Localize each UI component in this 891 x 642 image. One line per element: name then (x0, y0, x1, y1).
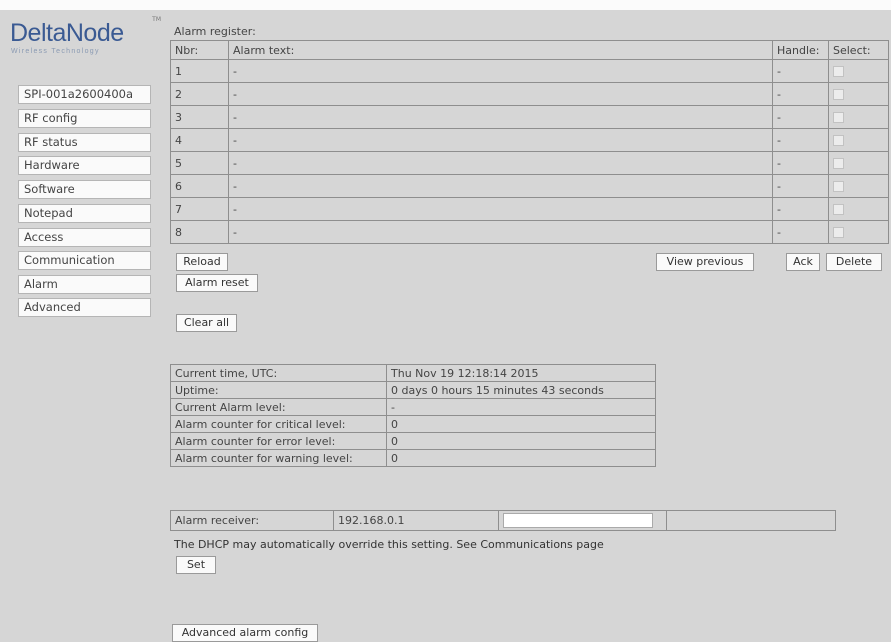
table-row: 2 - - (170, 82, 889, 106)
alarm-status-table: Current time, UTC: Thu Nov 19 12:18:14 2… (170, 364, 656, 467)
status-value: 0 days 0 hours 15 minutes 43 seconds (386, 381, 656, 399)
status-label: Alarm counter for warning level: (170, 449, 387, 467)
status-label: Uptime: (170, 381, 387, 399)
empty-cell (666, 510, 836, 531)
status-label: Alarm counter for error level: (170, 432, 387, 450)
table-row: Alarm receiver: 192.168.0.1 (170, 510, 836, 531)
select-checkbox[interactable] (833, 112, 844, 123)
alarm-nbr: 1 (170, 59, 229, 83)
table-row: 7 - - (170, 197, 889, 221)
alarm-text: - (228, 151, 773, 175)
alarm-handle: - (772, 128, 829, 152)
sidebar-item-access[interactable]: Access (18, 228, 151, 247)
table-row: Alarm counter for warning level: 0 (170, 449, 656, 467)
select-checkbox[interactable] (833, 158, 844, 169)
select-checkbox[interactable] (833, 66, 844, 77)
select-checkbox[interactable] (833, 227, 844, 238)
status-value: 0 (386, 449, 656, 467)
sidebar-item-notepad[interactable]: Notepad (18, 204, 151, 223)
sidebar-item-rf-status[interactable]: RF status (18, 133, 151, 152)
select-checkbox[interactable] (833, 89, 844, 100)
alarm-handle: - (772, 174, 829, 198)
table-row: 5 - - (170, 151, 889, 175)
logo-name: DeltaNode (10, 19, 124, 47)
status-value: 0 (386, 415, 656, 433)
alarm-nbr: 8 (170, 220, 229, 244)
header-alarm-text: Alarm text: (228, 40, 773, 60)
delete-button[interactable]: Delete (826, 253, 882, 271)
alarm-receiver-label: Alarm receiver: (170, 510, 334, 531)
alarm-receiver-value: 192.168.0.1 (333, 510, 499, 531)
logo-trademark: TM (152, 16, 161, 23)
status-label: Alarm counter for critical level: (170, 415, 387, 433)
sidebar-item-advanced[interactable]: Advanced (18, 298, 151, 317)
alarm-text: - (228, 174, 773, 198)
sidebar-item-communication[interactable]: Communication (18, 251, 151, 270)
alarm-text: - (228, 82, 773, 106)
status-value: - (386, 398, 656, 416)
alarm-handle: - (772, 105, 829, 129)
sidebar-item-device-id[interactable]: SPI-001a2600400a (18, 85, 151, 104)
alarm-text: - (228, 105, 773, 129)
alarm-handle: - (772, 59, 829, 83)
alarm-register-title: Alarm register: (174, 25, 256, 38)
alarm-receiver-table: Alarm receiver: 192.168.0.1 (170, 510, 836, 531)
status-value: Thu Nov 19 12:18:14 2015 (386, 364, 656, 382)
header-select: Select: (828, 40, 889, 60)
header-nbr: Nbr: (170, 40, 229, 60)
table-row: 4 - - (170, 128, 889, 152)
table-row: Current time, UTC: Thu Nov 19 12:18:14 2… (170, 364, 656, 382)
table-row: 3 - - (170, 105, 889, 129)
dhcp-note: The DHCP may automatically override this… (174, 538, 604, 551)
sidebar-item-hardware[interactable]: Hardware (18, 156, 151, 175)
clear-all-button[interactable]: Clear all (176, 314, 237, 332)
status-value: 0 (386, 432, 656, 450)
select-checkbox[interactable] (833, 204, 844, 215)
alarm-nbr: 6 (170, 174, 229, 198)
top-strip (0, 0, 891, 10)
status-label: Current time, UTC: (170, 364, 387, 382)
alarm-handle: - (772, 82, 829, 106)
advanced-alarm-config-button[interactable]: Advanced alarm config (172, 624, 318, 642)
sidebar-item-software[interactable]: Software (18, 180, 151, 199)
sidebar-item-rf-config[interactable]: RF config (18, 109, 151, 128)
alarm-handle: - (772, 151, 829, 175)
reload-button[interactable]: Reload (176, 253, 228, 271)
alarm-nbr: 4 (170, 128, 229, 152)
table-row: 6 - - (170, 174, 889, 198)
alarm-nbr: 2 (170, 82, 229, 106)
alarm-text: - (228, 220, 773, 244)
status-label: Current Alarm level: (170, 398, 387, 416)
alarm-nbr: 7 (170, 197, 229, 221)
alarm-register-table: Nbr: Alarm text: Handle: Select: 1 - - 2… (170, 40, 889, 244)
table-row: Uptime: 0 days 0 hours 15 minutes 43 sec… (170, 381, 656, 399)
alarm-handle: - (772, 197, 829, 221)
select-checkbox[interactable] (833, 181, 844, 192)
table-row: Current Alarm level: - (170, 398, 656, 416)
header-handle: Handle: (772, 40, 829, 60)
alarm-nbr: 3 (170, 105, 229, 129)
alarm-text: - (228, 59, 773, 83)
sidebar-item-alarm[interactable]: Alarm (18, 275, 151, 294)
table-row: 8 - - (170, 220, 889, 244)
select-checkbox[interactable] (833, 135, 844, 146)
alarm-text: - (228, 128, 773, 152)
alarm-nbr: 5 (170, 151, 229, 175)
ack-button[interactable]: Ack (786, 253, 820, 271)
alarm-handle: - (772, 220, 829, 244)
logo-tagline: Wireless Technology (11, 48, 100, 55)
alarm-table-header: Nbr: Alarm text: Handle: Select: (170, 40, 889, 60)
alarm-receiver-input[interactable] (503, 513, 653, 528)
set-button[interactable]: Set (176, 556, 216, 574)
table-row: Alarm counter for error level: 0 (170, 432, 656, 450)
table-row: Alarm counter for critical level: 0 (170, 415, 656, 433)
view-previous-button[interactable]: View previous (656, 253, 754, 271)
alarm-reset-button[interactable]: Alarm reset (176, 274, 258, 292)
deltanode-logo: DeltaNode TM Wireless Technology (8, 16, 163, 55)
table-row: 1 - - (170, 59, 889, 83)
alarm-text: - (228, 197, 773, 221)
